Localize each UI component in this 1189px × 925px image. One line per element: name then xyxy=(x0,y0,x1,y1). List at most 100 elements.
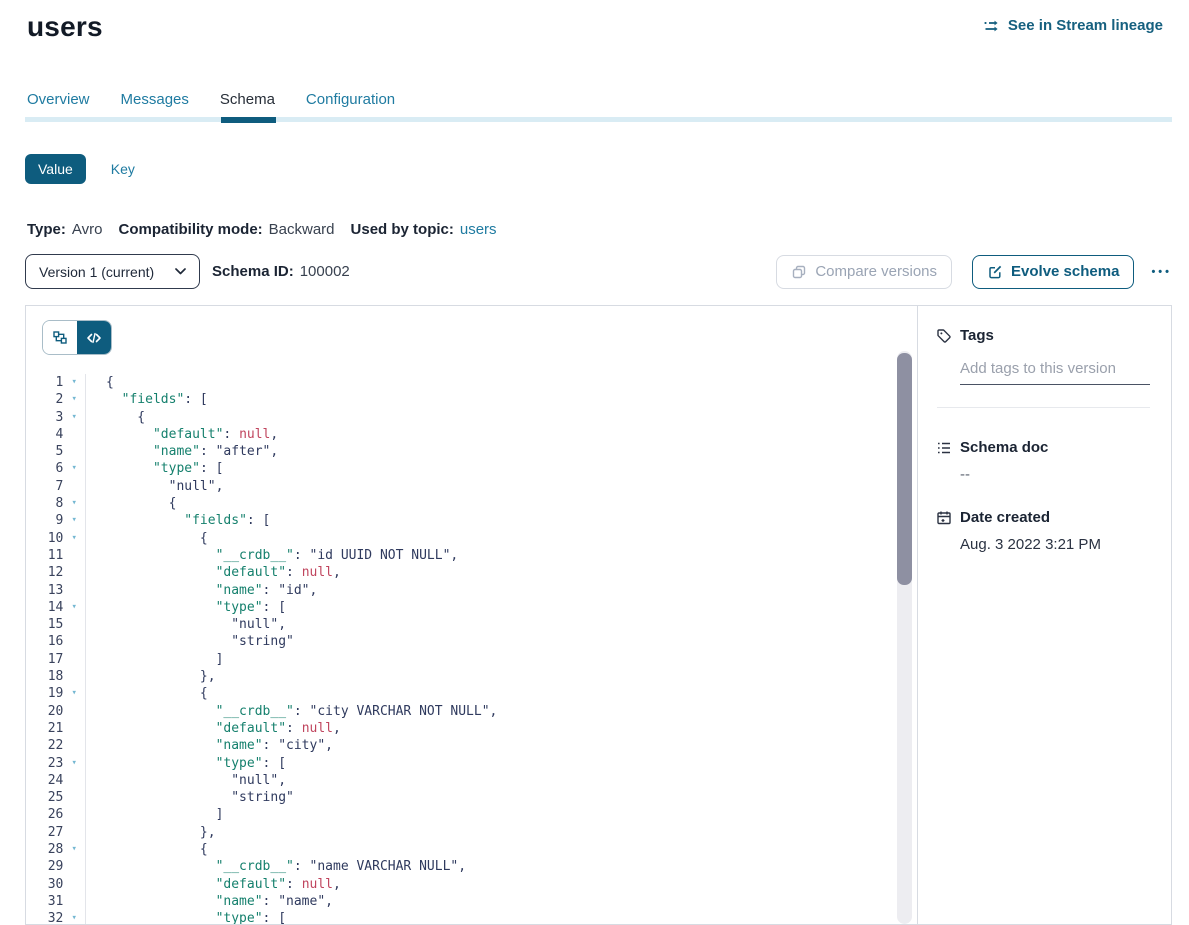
tab-overview[interactable]: Overview xyxy=(27,91,90,108)
editor-view-toggle xyxy=(42,320,112,355)
line-number: 15 xyxy=(26,616,63,633)
fold-toggle-icon[interactable]: ▾ xyxy=(63,409,85,426)
fold-toggle-icon[interactable]: ▾ xyxy=(63,599,85,616)
topic-link[interactable]: users xyxy=(460,221,497,238)
tab-configuration[interactable]: Configuration xyxy=(306,91,395,108)
line-number: 16 xyxy=(26,633,63,650)
line-gutter: 25 xyxy=(26,789,86,806)
fold-spacer xyxy=(63,443,85,460)
add-tags-input[interactable] xyxy=(960,360,1150,385)
tab-messages[interactable]: Messages xyxy=(121,91,189,108)
line-gutter: 13 xyxy=(26,582,86,599)
fold-toggle-icon[interactable]: ▾ xyxy=(63,685,85,702)
code-line: 7 "null", xyxy=(26,478,917,495)
stream-lineage-label: See in Stream lineage xyxy=(1008,17,1163,34)
fold-toggle-icon[interactable]: ▾ xyxy=(63,841,85,858)
code-content: "type": [ xyxy=(86,910,286,924)
version-select-value: Version 1 (current) xyxy=(39,264,154,280)
line-number: 21 xyxy=(26,720,63,737)
schema-sidebar: Tags Schema doc -- Date created Aug xyxy=(918,306,1171,924)
code-content: "fields": [ xyxy=(86,512,270,529)
line-number: 6 xyxy=(26,460,63,477)
fold-spacer xyxy=(63,772,85,789)
code-line: 14▾ "type": [ xyxy=(26,599,917,616)
fold-toggle-icon[interactable]: ▾ xyxy=(63,460,85,477)
line-gutter: 19▾ xyxy=(26,685,86,702)
schema-doc-section-heading: Schema doc xyxy=(936,439,1150,456)
fold-toggle-icon[interactable]: ▾ xyxy=(63,374,85,391)
line-number: 10 xyxy=(26,530,63,547)
code-content: }, xyxy=(86,824,216,841)
fold-toggle-icon[interactable]: ▾ xyxy=(63,530,85,547)
code-view-icon xyxy=(86,330,102,346)
sidebar-divider xyxy=(937,407,1150,408)
stream-lineage-link[interactable]: See in Stream lineage xyxy=(984,17,1163,34)
line-gutter: 14▾ xyxy=(26,599,86,616)
schema-id: Schema ID: 100002 xyxy=(212,263,350,280)
fold-spacer xyxy=(63,478,85,495)
code-content: { xyxy=(86,374,114,391)
line-number: 20 xyxy=(26,703,63,720)
code-content: "null", xyxy=(86,478,223,495)
fold-toggle-icon[interactable]: ▾ xyxy=(63,495,85,512)
version-select[interactable]: Version 1 (current) xyxy=(25,254,200,289)
fold-toggle-icon[interactable]: ▾ xyxy=(63,910,85,924)
fold-toggle-icon[interactable]: ▾ xyxy=(63,391,85,408)
code-content: "name": "after", xyxy=(86,443,278,460)
date-created-section-heading: Date created xyxy=(936,509,1150,526)
evolve-schema-button[interactable]: Evolve schema xyxy=(972,255,1134,289)
tree-view-icon xyxy=(52,330,68,346)
line-number: 14 xyxy=(26,599,63,616)
fold-spacer xyxy=(63,651,85,668)
tab-schema[interactable]: Schema xyxy=(220,91,275,108)
code-content: "__crdb__": "id UUID NOT NULL", xyxy=(86,547,458,564)
key-toggle-button[interactable]: Key xyxy=(111,161,135,177)
meta-compatibility: Compatibility mode: Backward xyxy=(118,221,334,238)
code-line: 30 "default": null, xyxy=(26,876,917,893)
line-number: 13 xyxy=(26,582,63,599)
code-line: 13 "name": "id", xyxy=(26,582,917,599)
code-view-button[interactable] xyxy=(77,321,111,354)
code-content: "name": "city", xyxy=(86,737,333,754)
schema-doc-value: -- xyxy=(960,466,1150,483)
line-gutter: 4 xyxy=(26,426,86,443)
line-gutter: 10▾ xyxy=(26,530,86,547)
code-line: 4 "default": null, xyxy=(26,426,917,443)
line-gutter: 2▾ xyxy=(26,391,86,408)
code-pane: 1▾{2▾ "fields": [3▾ {4 "default": null,5… xyxy=(26,306,918,924)
code-content: "__crdb__": "name VARCHAR NULL", xyxy=(86,858,466,875)
code-content: "default": null, xyxy=(86,564,341,581)
code-content: "name": "id", xyxy=(86,582,317,599)
date-created-heading-label: Date created xyxy=(960,509,1050,526)
editor-scrollbar-track[interactable] xyxy=(897,351,912,924)
fold-spacer xyxy=(63,668,85,685)
fold-spacer xyxy=(63,426,85,443)
code-line: 17 ] xyxy=(26,651,917,668)
code-line: 32▾ "type": [ xyxy=(26,910,917,924)
stream-lineage-icon xyxy=(984,18,1001,34)
code-line: 25 "string" xyxy=(26,789,917,806)
line-gutter: 29 xyxy=(26,858,86,875)
value-toggle-button[interactable]: Value xyxy=(25,154,86,184)
line-gutter: 6▾ xyxy=(26,460,86,477)
editor-scrollbar-thumb[interactable] xyxy=(897,353,912,585)
version-toolbar: Version 1 (current) Schema ID: 100002 Co… xyxy=(25,254,1172,289)
value-key-toggle: Value Key xyxy=(25,154,1189,184)
compare-versions-button[interactable]: Compare versions xyxy=(776,255,952,289)
fold-spacer xyxy=(63,893,85,910)
code-line: 24 "null", xyxy=(26,772,917,789)
line-number: 4 xyxy=(26,426,63,443)
code-content: ] xyxy=(86,651,223,668)
fold-spacer xyxy=(63,737,85,754)
code-line: 18 }, xyxy=(26,668,917,685)
fold-toggle-icon[interactable]: ▾ xyxy=(63,512,85,529)
fold-spacer xyxy=(63,547,85,564)
code-content: "default": null, xyxy=(86,426,278,443)
code-content: ] xyxy=(86,806,223,823)
line-number: 23 xyxy=(26,755,63,772)
compatibility-value: Backward xyxy=(269,221,335,238)
tree-view-button[interactable] xyxy=(43,321,77,354)
schema-doc-heading-label: Schema doc xyxy=(960,439,1048,456)
fold-toggle-icon[interactable]: ▾ xyxy=(63,755,85,772)
more-actions-button[interactable]: ••• xyxy=(1151,255,1172,289)
